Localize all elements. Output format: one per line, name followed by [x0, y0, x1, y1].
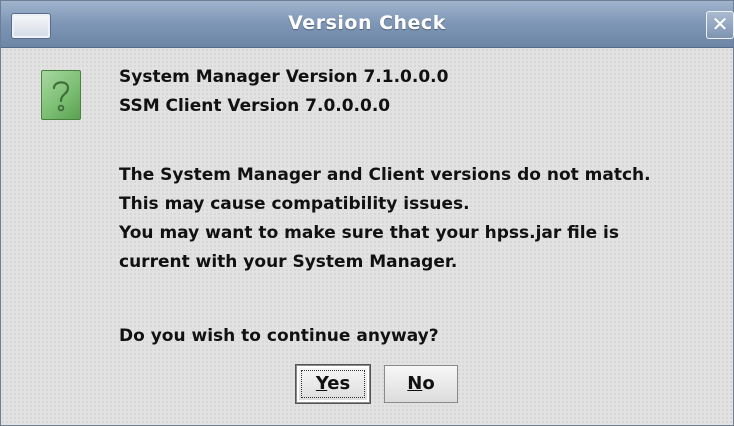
title-bar[interactable]: Version Check ✕ [1, 1, 734, 48]
warning-line: The System Manager and Client versions d… [119, 165, 651, 185]
dialog-content: System Manager Version 7.1.0.0.0 SSM Cli… [1, 48, 733, 425]
warning-text: The System Manager and Client versions d… [119, 161, 651, 277]
focus-ring [301, 370, 365, 398]
close-icon[interactable]: ✕ [706, 11, 734, 39]
question-icon [41, 70, 81, 120]
no-button[interactable]: No [384, 365, 458, 403]
warning-line: current with your System Manager. [119, 252, 458, 272]
version-check-dialog: Version Check ✕ System Manager Version 7… [0, 0, 734, 426]
dialog-title: Version Check [288, 12, 446, 34]
question-mark-glyph [52, 81, 70, 112]
client-version: SSM Client Version 7.0.0.0.0 [119, 96, 391, 116]
yes-button[interactable]: Yes [296, 365, 370, 403]
version-info: System Manager Version 7.1.0.0.0 SSM Cli… [119, 63, 448, 121]
warning-line: This may cause compatibility issues. [119, 194, 470, 214]
no-label-rest: o [422, 373, 435, 394]
no-mnemonic: N [407, 373, 423, 394]
warning-line: You may want to make sure that your hpss… [119, 223, 619, 243]
confirmation-question: Do you wish to continue anyway? [119, 326, 439, 346]
system-manager-version: System Manager Version 7.1.0.0.0 [119, 67, 449, 87]
